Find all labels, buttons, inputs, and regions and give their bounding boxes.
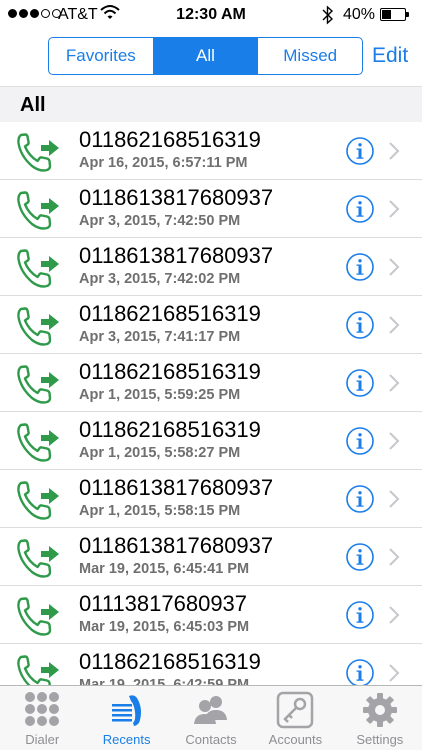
segment-favorites[interactable]: Favorites	[49, 38, 153, 74]
chevron-right-icon	[388, 605, 400, 625]
battery-icon	[380, 8, 409, 21]
tab-label: Accounts	[268, 732, 323, 747]
contacts-icon	[194, 696, 228, 724]
outgoing-call-icon	[16, 595, 62, 637]
call-number: 0118613817680937	[79, 243, 274, 268]
tab-bar: Dialer Recents Contacts Accounts Setting…	[0, 685, 422, 750]
call-row[interactable]: 011862168516319 Apr 3, 2015, 7:41:17 PM	[0, 296, 422, 354]
outgoing-call-icon	[16, 305, 62, 347]
info-icon[interactable]	[345, 368, 375, 398]
call-row[interactable]: 01113817680937 Mar 19, 2015, 6:45:03 PM	[0, 586, 422, 644]
call-number: 0118613817680937	[79, 533, 274, 558]
recent-calls-list: 011862168516319 Apr 16, 2015, 6:57:11 PM 0…	[0, 122, 422, 685]
outgoing-call-icon	[16, 479, 62, 521]
settings-icon	[362, 693, 397, 727]
accounts-icon	[277, 691, 314, 729]
call-row[interactable]: 011862168516319 Apr 1, 2015, 5:59:25 PM	[0, 354, 422, 412]
info-icon[interactable]	[345, 542, 375, 572]
call-row[interactable]: 011862168516319 Apr 16, 2015, 6:57:11 PM	[0, 122, 422, 180]
recents-icon	[111, 695, 141, 726]
segment-missed[interactable]: Missed	[257, 38, 362, 74]
battery-percent: 40%	[343, 6, 376, 23]
chevron-right-icon	[388, 141, 400, 161]
call-date: Apr 1, 2015, 5:58:27 PM	[79, 445, 241, 461]
info-icon[interactable]	[345, 194, 375, 224]
chevron-right-icon	[388, 663, 400, 683]
call-number: 011862168516319	[79, 127, 261, 152]
tab-label: Recents	[102, 732, 151, 747]
info-icon[interactable]	[345, 600, 375, 630]
chevron-right-icon	[388, 373, 400, 393]
info-icon[interactable]	[345, 484, 375, 514]
outgoing-call-icon	[16, 363, 62, 405]
call-date: Apr 3, 2015, 7:42:50 PM	[79, 213, 241, 229]
call-number: 0118613817680937	[79, 185, 274, 210]
info-icon[interactable]	[345, 252, 375, 282]
tab-recents[interactable]: Recents	[84, 686, 168, 750]
call-date: Mar 19, 2015, 6:42:59 PM	[79, 677, 250, 685]
info-icon[interactable]	[345, 658, 375, 685]
chevron-right-icon	[388, 489, 400, 509]
segment-all[interactable]: All	[152, 38, 258, 74]
dialer-icon	[25, 692, 60, 726]
call-row[interactable]: 0118613817680937 Apr 3, 2015, 7:42:50 PM	[0, 180, 422, 238]
chevron-right-icon	[388, 431, 400, 451]
call-date: Apr 16, 2015, 6:57:11 PM	[79, 155, 248, 171]
call-number: 01113817680937	[79, 591, 248, 616]
outgoing-call-icon	[16, 247, 62, 289]
section-title: All	[20, 94, 46, 116]
outgoing-call-icon	[16, 189, 62, 231]
chevron-right-icon	[388, 315, 400, 335]
chevron-right-icon	[388, 257, 400, 277]
tab-contacts[interactable]: Contacts	[169, 686, 253, 750]
info-icon[interactable]	[345, 310, 375, 340]
info-icon[interactable]	[345, 136, 375, 166]
tab-settings[interactable]: Settings	[338, 686, 422, 750]
call-number: 011862168516319	[79, 359, 261, 384]
edit-button[interactable]: Edit	[372, 44, 408, 68]
tab-label: Settings	[356, 732, 404, 747]
call-number: 011862168516319	[79, 649, 261, 674]
call-row[interactable]: 0118613817680937 Apr 1, 2015, 5:58:15 PM	[0, 470, 422, 528]
call-row[interactable]: 011862168516319 Mar 19, 2015, 6:42:59 PM	[0, 644, 422, 685]
call-date: Mar 19, 2015, 6:45:03 PM	[79, 619, 250, 635]
chevron-right-icon	[388, 547, 400, 567]
outgoing-call-icon	[16, 653, 62, 685]
call-number: 011862168516319	[79, 417, 261, 442]
call-date: Apr 3, 2015, 7:42:02 PM	[79, 271, 241, 287]
call-date: Mar 19, 2015, 6:45:41 PM	[79, 561, 250, 577]
outgoing-call-icon	[16, 421, 62, 463]
call-date: Apr 1, 2015, 5:58:15 PM	[79, 503, 241, 519]
call-number: 0118613817680937	[79, 475, 274, 500]
call-row[interactable]: 0118613817680937 Mar 19, 2015, 6:45:41 PM	[0, 528, 422, 586]
chevron-right-icon	[388, 199, 400, 219]
status-bar: AT&T 12:30 AM 40%	[0, 0, 422, 30]
tab-dialer[interactable]: Dialer	[0, 686, 84, 750]
outgoing-call-icon	[16, 131, 62, 173]
bluetooth-icon	[322, 5, 334, 25]
call-filter-segmented-control: Favorites All Missed	[48, 37, 363, 75]
section-header: All	[0, 86, 422, 122]
call-row[interactable]: 011862168516319 Apr 1, 2015, 5:58:27 PM	[0, 412, 422, 470]
tab-label: Dialer	[25, 732, 60, 747]
call-date: Apr 1, 2015, 5:59:25 PM	[79, 387, 241, 403]
outgoing-call-icon	[16, 537, 62, 579]
call-row[interactable]: 0118613817680937 Apr 3, 2015, 7:42:02 PM	[0, 238, 422, 296]
info-icon[interactable]	[345, 426, 375, 456]
tab-accounts[interactable]: Accounts	[253, 686, 337, 750]
call-number: 011862168516319	[79, 301, 261, 326]
call-date: Apr 3, 2015, 7:41:17 PM	[79, 329, 241, 345]
tab-label: Contacts	[185, 732, 237, 747]
